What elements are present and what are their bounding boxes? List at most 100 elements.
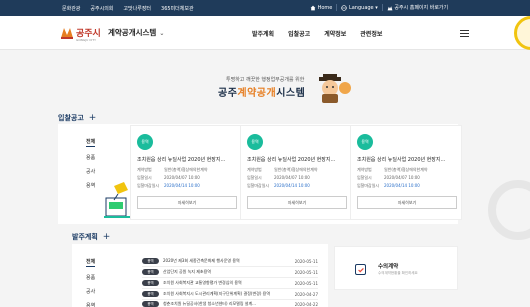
plan-date: 2020-05-11: [294, 269, 318, 275]
system-title[interactable]: 계약공개시스템 ⌄: [108, 27, 164, 38]
plan-title[interactable]: 조치원 사회복지시 도시관리계획(지구단위계획) 결정(변경) 용역: [163, 291, 291, 297]
row-key: 계약방법: [247, 167, 262, 172]
home-link[interactable]: Home: [310, 5, 332, 11]
site-header: 공주시 GONGJU CITY 계약공개시스템 ⌄ 발주계획 입찰공고 계약정보 …: [0, 16, 530, 50]
plan-title[interactable]: 2020년 제3회 세종건축문화제 행사운영 용역: [163, 258, 291, 264]
details-button[interactable]: 자세히보기: [137, 196, 237, 209]
category-badge: 용역: [357, 134, 373, 150]
plan-list-item[interactable]: 용역 조치원 사회복지시 도시관리계획(지구단위계획) 결정(변경) 용역 20…: [142, 289, 318, 299]
plus-icon[interactable]: +: [103, 232, 111, 242]
details-button[interactable]: 자세히보기: [247, 196, 347, 209]
tender-category-tabs: 전체 용품 공사 용역: [86, 138, 96, 196]
plan-tag: 용역: [142, 280, 159, 286]
row-value: 2020/04/14 10:00: [384, 183, 420, 188]
topbar-link-council[interactable]: 공주시의회: [90, 5, 113, 12]
language-select[interactable]: Language ▾: [341, 4, 378, 11]
row-value: 2020/04/07 10:00: [274, 175, 310, 180]
language-label: Language: [348, 4, 374, 11]
private-contract-card[interactable]: 수의계약 수의계약현황을 확인하세요: [334, 246, 458, 290]
tender-card[interactable]: 용역 조치원읍 상리 뉴딜사업 2020년 현장지... 계약방법 일반(총액)협…: [350, 125, 462, 220]
plus-icon[interactable]: +: [89, 113, 97, 123]
banner-title-b: 시스템: [276, 88, 306, 99]
tender-title[interactable]: 조치원읍 상리 뉴딜사업 2020년 현장지...: [357, 156, 457, 163]
tender-tab-construction[interactable]: 공사: [86, 169, 95, 175]
plan-list-item[interactable]: 용역 청춘조치원 뉴딜공사(한생 청소년센터) 리모델링 설계... 2020-…: [142, 299, 318, 307]
topbar-link-market[interactable]: 고맛나루장터: [123, 5, 151, 12]
plan-tab-service[interactable]: 용역: [86, 303, 95, 307]
tender-title[interactable]: 조치원읍 상리 뉴딜사업 2020년 현장지...: [137, 156, 237, 163]
plan-list-item[interactable]: 용역 조치원 사회복지관 교통영향평가 변경심의 용역 2020-05-11: [142, 278, 318, 288]
home-icon: [310, 5, 316, 10]
row-key: 입찰일시: [247, 175, 262, 180]
home-label: Home: [317, 4, 333, 11]
tender-title[interactable]: 조치원읍 상리 뉴딜사업 2020년 현장지...: [247, 156, 347, 163]
topbar-link-archive[interactable]: 365미더체보관: [161, 5, 194, 12]
plan-title[interactable]: 조치원 사회복지관 교통영향평가 변경심의 용역: [163, 280, 291, 286]
plan-section-heading: 발주계획 +: [72, 232, 110, 242]
nav-contract-info[interactable]: 계약정보: [324, 29, 346, 38]
tender-tab-goods[interactable]: 용품: [86, 155, 95, 161]
plan-tag: 용역: [142, 258, 159, 264]
chevron-down-icon: ⌄: [159, 30, 165, 37]
city-homepage-link[interactable]: 공주시 홈페이지 바로가기: [387, 4, 448, 11]
row-key: 계약방법: [357, 167, 372, 172]
city-homepage-label: 공주시 홈페이지 바로가기: [394, 5, 449, 11]
plan-tab-goods[interactable]: 용품: [86, 275, 95, 281]
details-button[interactable]: 자세히보기: [357, 196, 457, 209]
plan-heading-label: 발주계획: [72, 233, 98, 241]
top-utility-bar: 문화관광 공주시의회 고맛나루장터 365미더체보관 Home Language…: [0, 0, 530, 16]
private-contract-subtitle: 수의계약현황을 확인하세요: [378, 271, 418, 275]
tender-card[interactable]: 용역 조치원읍 상리 뉴딜사업 2020년 현장지... 계약방법 일반(총액)협…: [240, 125, 352, 220]
tender-section-heading: 입찰공고 +: [58, 113, 96, 123]
plan-list-item[interactable]: 용역 2020년 제3회 세종건축문화제 행사운영 용역 2020-05-11: [142, 256, 318, 266]
menu-icon[interactable]: [460, 30, 469, 37]
tender-tab-all[interactable]: 전체: [86, 138, 96, 147]
banner-title-highlight: 계약공개: [237, 88, 277, 99]
row-value: 일반(총액)협상에의한계약: [384, 167, 428, 172]
plan-category-tabs: 전체 용품 공사 용역: [86, 258, 96, 307]
row-key: 입찰일시: [137, 175, 152, 180]
plan-tab-all[interactable]: 전체: [86, 258, 96, 267]
plan-tab-construction[interactable]: 공사: [86, 289, 95, 295]
plan-title[interactable]: 산업단지 공원 녹지 제초용역: [163, 269, 291, 275]
row-key: 입찰마감일시: [247, 183, 270, 188]
row-value: 2020/04/14 10:00: [274, 183, 310, 188]
nav-related-info[interactable]: 관련정보: [360, 29, 382, 38]
plan-title[interactable]: 청춘조치원 뉴딜공사(한생 청소년센터) 리모델링 설계...: [163, 301, 291, 307]
row-value: 2020/04/14 10:00: [164, 183, 200, 188]
banner-title-a: 공주: [218, 88, 238, 99]
nav-bid-notice[interactable]: 입찰공고: [288, 29, 310, 38]
row-key: 입찰마감일시: [357, 183, 380, 188]
tender-tab-service[interactable]: 용역: [86, 183, 95, 189]
nav-order-plan[interactable]: 발주계획: [252, 29, 274, 38]
row-value: 2020/04/07 10:00: [384, 175, 420, 180]
topbar-link-culture[interactable]: 문화관광: [62, 5, 80, 12]
background-gear-icon: [488, 180, 530, 240]
private-contract-title: 수의계약: [378, 264, 399, 270]
city-icon: [387, 5, 393, 10]
plan-date: 2020-04-27: [294, 291, 318, 297]
row-value: 일반(총액)협상에의한계약: [164, 167, 208, 172]
row-key: 입찰마감일시: [137, 183, 160, 188]
row-key: 계약방법: [137, 167, 152, 172]
checklist-icon: [355, 264, 366, 275]
plan-tag: 용역: [142, 301, 159, 307]
plan-date: 2020-04-22: [294, 301, 318, 307]
mascot-icon: [319, 74, 351, 103]
plan-tag: 용역: [142, 269, 159, 275]
logo-subtext: GONGJU CITY: [76, 38, 96, 42]
system-title-label: 계약공개시스템: [108, 28, 157, 37]
plan-date: 2020-05-11: [294, 258, 318, 264]
category-badge: 용역: [137, 134, 153, 150]
tender-card[interactable]: 용역 조치원읍 상리 뉴딜사업 2020년 현장지... 계약방법 일반(총액)협…: [130, 125, 242, 220]
city-emblem-icon: [514, 16, 530, 50]
globe-icon: [341, 4, 348, 11]
banner-title: 공주계약공개시스템: [218, 84, 305, 99]
row-key: 입찰일시: [357, 175, 372, 180]
tender-heading-label: 입찰공고: [58, 114, 84, 122]
row-value: 2020/04/07 10:00: [164, 175, 200, 180]
gongju-logo-icon[interactable]: [60, 26, 74, 40]
plan-list-item[interactable]: 용역 산업단지 공원 녹지 제초용역 2020-05-11: [142, 267, 318, 277]
plan-date: 2020-05-11: [294, 280, 318, 286]
row-value: 일반(총액)협상에의한계약: [274, 167, 318, 172]
